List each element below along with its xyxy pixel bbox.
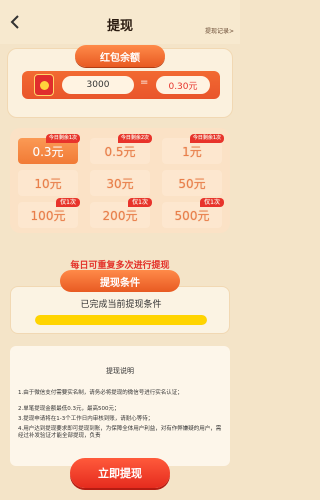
- withdraw-options: 0.3元 今日剩余1次 0.5元 今日剩余2次 1元 今日剩余1次 10元 30…: [10, 128, 230, 233]
- option-500[interactable]: 500元 仅1次: [162, 198, 224, 228]
- progress-fill: [35, 315, 207, 325]
- option-value: 200元: [102, 208, 138, 223]
- explanation-line: 3.提现申请将在1-3个工作日内审核到账，请耐心等待；: [18, 416, 154, 422]
- option-badge: 仅1次: [56, 198, 80, 207]
- option-30[interactable]: 30元: [90, 170, 150, 196]
- withdraw-now-button[interactable]: 立即提现: [70, 458, 170, 488]
- yuan-value: 0.30元: [156, 76, 210, 94]
- equals-sign: =: [140, 77, 149, 88]
- option-badge: 今日剩余2次: [117, 134, 152, 143]
- explanation-title: 提现说明: [106, 367, 134, 375]
- balance-card: 红包余额 3000 = 0.30元: [7, 45, 233, 118]
- conditions-progress: [35, 315, 207, 325]
- header: 提现 提现记录>: [0, 0, 240, 44]
- option-value: 50元: [178, 176, 206, 191]
- option-value: 30元: [106, 176, 134, 191]
- option-badge: 仅1次: [200, 198, 224, 207]
- option-0-3[interactable]: 0.3元 今日剩余1次: [18, 134, 80, 164]
- explanation-card: 提现说明 1.由于微信支付需要实名制，请务必将提现的微信号进行实名认证； 2.单…: [10, 346, 230, 466]
- option-badge: 仅1次: [128, 198, 152, 207]
- option-value: 1元: [182, 144, 202, 159]
- option-1[interactable]: 1元 今日剩余1次: [162, 134, 224, 164]
- conditions-status: 已完成当前提现条件: [80, 300, 162, 310]
- balance-ribbon: 红包余额: [75, 45, 165, 67]
- explanation-line: 4.用户达到提现要求即可提现到账，为保障全体用户利益，对有作弊嫌疑的用户，需经过…: [18, 426, 222, 439]
- option-value: 0.5元: [104, 144, 136, 159]
- option-100[interactable]: 100元 仅1次: [18, 198, 80, 228]
- option-0-5[interactable]: 0.5元 今日剩余2次: [90, 134, 152, 164]
- option-50[interactable]: 50元: [162, 170, 222, 196]
- option-value: 100元: [30, 208, 66, 223]
- option-value: 10元: [34, 176, 62, 191]
- conditions-card: 已完成当前提现条件: [10, 286, 230, 334]
- coins-value: 3000: [62, 76, 134, 94]
- option-badge: 今日剩余1次: [189, 134, 224, 143]
- explanation-line: 2.单笔提现金额最低0.3元，最高500元；: [18, 406, 120, 412]
- explanation-line: 1.由于微信支付需要实名制，请务必将提现的微信号进行实名认证；: [18, 390, 183, 396]
- conditions-title: 提现条件: [60, 270, 180, 292]
- option-badge: 今日剩余1次: [45, 134, 80, 143]
- option-10[interactable]: 10元: [18, 170, 78, 196]
- balance-box: 3000 = 0.30元: [22, 71, 220, 99]
- option-value: 500元: [174, 208, 210, 223]
- withdraw-records-link[interactable]: 提现记录>: [205, 26, 234, 35]
- option-200[interactable]: 200元 仅1次: [90, 198, 152, 228]
- option-value: 0.3元: [32, 144, 64, 159]
- red-envelope-icon: [34, 74, 54, 96]
